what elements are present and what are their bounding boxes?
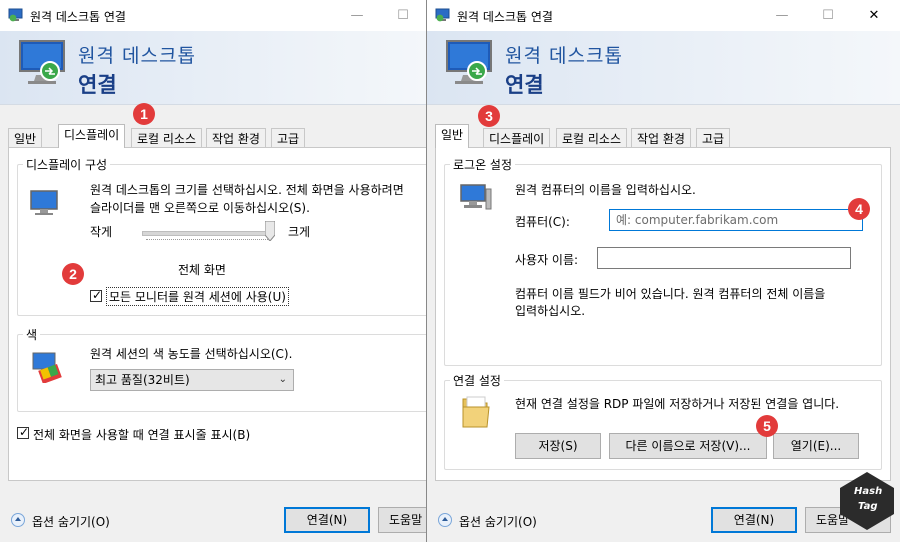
connection-settings-title: 연결 설정 bbox=[450, 372, 504, 389]
save-as-button[interactable]: 다른 이름으로 저장(V)... bbox=[609, 433, 767, 459]
tab-display[interactable]: 디스플레이 bbox=[483, 128, 551, 148]
minimize-button[interactable]: — bbox=[334, 0, 380, 31]
monitor-connection-icon bbox=[19, 40, 65, 84]
checkmark-icon: ✓ bbox=[19, 425, 30, 439]
connection-description: 현재 연결 설정을 RDP 파일에 저장하거나 저장된 연결을 엽니다. bbox=[515, 397, 840, 411]
minimize-button[interactable]: — bbox=[759, 0, 805, 31]
window-title: 원격 데스크톱 연결 bbox=[457, 10, 553, 24]
tab-local-resources[interactable]: 로컬 리소스 bbox=[131, 128, 203, 148]
watermark-line1: Hash bbox=[854, 486, 883, 497]
display-monitor-icon bbox=[30, 190, 58, 215]
tab-general[interactable]: 일반 bbox=[8, 128, 43, 148]
monitor-connection-icon bbox=[446, 40, 492, 84]
tab-advanced[interactable]: 고급 bbox=[696, 128, 731, 148]
computer-input[interactable]: 예: computer.fabrikam.com bbox=[609, 209, 863, 231]
annotation-badge-3: 3 bbox=[478, 105, 500, 127]
banner-title: 원격 데스크톱 bbox=[78, 45, 196, 67]
display-description-line2: 슬라이더를 맨 오른쪽으로 이동하십시오(S). bbox=[90, 201, 310, 215]
display-config-group: 디스플레이 구성 원격 데스크톱의 크기를 선택하십시오. 전체 화면을 사용하… bbox=[17, 156, 428, 316]
banner-title: 원격 데스크톱 bbox=[505, 45, 623, 67]
bottom-bar: 옵션 숨기기(O) 연결(N) 도움말 bbox=[427, 503, 900, 542]
display-description-line1: 원격 데스크톱의 크기를 선택하십시오. 전체 화면을 사용하려면 bbox=[90, 183, 404, 197]
tab-general[interactable]: 일반 bbox=[435, 124, 470, 148]
banner-subtitle: 연결 bbox=[505, 73, 544, 97]
tab-experience[interactable]: 작업 환경 bbox=[631, 128, 691, 148]
open-button[interactable]: 열기(E)... bbox=[773, 433, 859, 459]
maximize-button[interactable]: ☐ bbox=[380, 0, 426, 31]
tab-experience[interactable]: 작업 환경 bbox=[206, 128, 266, 148]
hashtag-watermark-logo: Hash Tag bbox=[836, 470, 898, 532]
display-tab-panel: 디스플레이 구성 원격 데스크톱의 크기를 선택하십시오. 전체 화면을 사용하… bbox=[8, 147, 428, 481]
connection-bar-label: 전체 화면을 사용할 때 연결 표시줄 표시(B) bbox=[33, 428, 251, 442]
save-button[interactable]: 저장(S) bbox=[515, 433, 601, 459]
computer-placeholder: 예: computer.fabrikam.com bbox=[616, 213, 779, 227]
all-monitors-label[interactable]: 모든 모니터를 원격 세션에 사용(U) bbox=[106, 287, 289, 306]
slider-small-label: 작게 bbox=[90, 225, 113, 239]
logon-hint-line2: 입력하십시오. bbox=[515, 304, 586, 318]
annotation-badge-1: 1 bbox=[133, 103, 155, 125]
chevron-down-icon: ⌄ bbox=[278, 374, 287, 385]
help-button[interactable]: 도움말 bbox=[378, 507, 428, 533]
connection-bar-checkbox[interactable]: ✓ bbox=[17, 425, 30, 439]
maximize-button[interactable]: ☐ bbox=[805, 0, 851, 31]
hide-options-link[interactable]: 옵션 숨기기(O) bbox=[32, 513, 110, 530]
logon-hint-line1: 컴퓨터 이름 필드가 비어 있습니다. 원격 컴퓨터의 전체 이름을 bbox=[515, 287, 826, 301]
title-bar: 원격 데스크톱 연결 — ☐ bbox=[0, 0, 428, 31]
folder-icon bbox=[462, 396, 490, 428]
color-group-title: 색 bbox=[23, 326, 41, 343]
remote-desktop-app-icon bbox=[435, 8, 450, 22]
checkmark-icon: ✓ bbox=[92, 288, 103, 302]
computer-icon bbox=[460, 184, 492, 210]
username-input[interactable] bbox=[597, 247, 851, 269]
annotation-badge-2: 2 bbox=[62, 263, 84, 285]
slider-large-label: 크게 bbox=[288, 225, 311, 239]
collapse-options-icon[interactable] bbox=[11, 513, 25, 527]
username-label: 사용자 이름: bbox=[515, 253, 579, 267]
bottom-bar: 옵션 숨기기(O) 연결(N) 도움말 bbox=[0, 503, 428, 542]
remote-desktop-app-icon bbox=[8, 8, 23, 22]
slider-ticks bbox=[146, 239, 270, 244]
general-tab-panel: 로그온 설정 원격 컴퓨터의 이름을 입력하십시오. 컴퓨터(C): 예: co… bbox=[435, 147, 891, 481]
annotation-badge-5: 5 bbox=[756, 415, 778, 437]
title-bar: 원격 데스크톱 연결 — ☐ ✕ bbox=[427, 0, 900, 31]
annotation-badge-4: 4 bbox=[848, 198, 870, 220]
right-window: 원격 데스크톱 연결 — ☐ ✕ 원격 데스크톱 연결 일반 디스플레이 로컬 … bbox=[426, 0, 900, 542]
collapse-options-icon[interactable] bbox=[438, 513, 452, 527]
all-monitors-checkbox[interactable]: ✓ bbox=[90, 288, 103, 302]
tab-local-resources[interactable]: 로컬 리소스 bbox=[556, 128, 628, 148]
color-depth-select[interactable]: 최고 품질(32비트) ⌄ bbox=[90, 369, 294, 391]
resolution-slider-thumb[interactable] bbox=[265, 221, 275, 241]
logon-settings-group: 로그온 설정 원격 컴퓨터의 이름을 입력하십시오. 컴퓨터(C): 예: co… bbox=[444, 156, 882, 366]
resolution-slider-track[interactable] bbox=[142, 231, 272, 236]
hide-options-link[interactable]: 옵션 숨기기(O) bbox=[459, 513, 537, 530]
banner-subtitle: 연결 bbox=[78, 73, 117, 97]
tab-advanced[interactable]: 고급 bbox=[271, 128, 306, 148]
color-depth-value: 최고 품질(32비트) bbox=[95, 373, 190, 387]
logon-settings-title: 로그온 설정 bbox=[450, 156, 516, 173]
banner: 원격 데스크톱 연결 bbox=[427, 31, 900, 105]
color-description: 원격 세션의 색 농도를 선택하십시오(C). bbox=[90, 347, 293, 361]
banner: 원격 데스크톱 연결 bbox=[0, 31, 428, 105]
connection-settings-group: 연결 설정 현재 연결 설정을 RDP 파일에 저장하거나 저장된 연결을 엽니… bbox=[444, 372, 882, 470]
tab-display[interactable]: 디스플레이 bbox=[58, 124, 126, 148]
display-config-title: 디스플레이 구성 bbox=[23, 156, 111, 173]
slider-value-label: 전체 화면 bbox=[178, 263, 226, 277]
close-button[interactable]: ✕ bbox=[851, 0, 897, 31]
computer-label: 컴퓨터(C): bbox=[515, 215, 570, 229]
watermark-line2: Tag bbox=[858, 501, 878, 512]
color-group: 색 원격 세션의 색 농도를 선택하십시오(C). 최고 품질(32비트) ⌄ bbox=[17, 326, 428, 412]
color-palette-icon bbox=[32, 352, 62, 383]
window-title: 원격 데스크톱 연결 bbox=[30, 10, 126, 24]
connect-button[interactable]: 연결(N) bbox=[284, 507, 370, 533]
connect-button[interactable]: 연결(N) bbox=[711, 507, 797, 533]
logon-description: 원격 컴퓨터의 이름을 입력하십시오. bbox=[515, 183, 696, 197]
